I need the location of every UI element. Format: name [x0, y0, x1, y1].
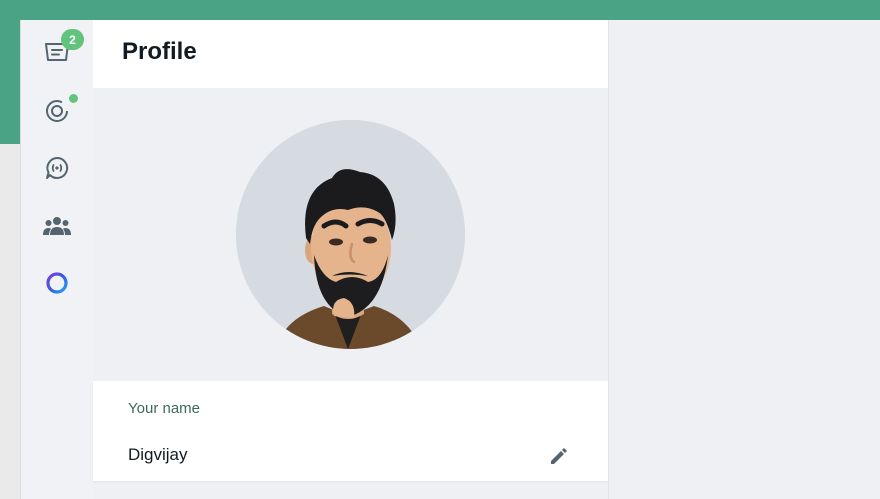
page-title: Profile	[122, 38, 197, 65]
name-label: Your name	[128, 400, 200, 417]
panel-divider	[608, 20, 609, 499]
rail-item-meta-ai[interactable]	[37, 263, 77, 303]
communities-icon	[43, 217, 71, 235]
profile-panel: Profile Your name Digvijay	[93, 20, 608, 499]
channels-icon	[46, 156, 69, 179]
status-icon	[46, 100, 68, 122]
background-accent	[0, 20, 20, 144]
status-update-dot	[69, 94, 78, 103]
navigation-rail: 2	[20, 20, 93, 499]
profile-avatar[interactable]	[236, 120, 465, 349]
pencil-icon	[551, 448, 567, 464]
rail-item-communities[interactable]	[37, 206, 77, 246]
app-top-bar	[0, 0, 880, 20]
meta-ai-icon	[46, 272, 68, 294]
rail-item-channels[interactable]	[37, 148, 77, 188]
avatar-image	[236, 120, 465, 349]
profile-header: Profile	[93, 20, 608, 88]
edit-name-button[interactable]	[546, 443, 572, 469]
app-window: 2 Profile Your name Digvijay	[20, 20, 880, 499]
unread-count-badge: 2	[61, 29, 84, 50]
name-value: Digvijay	[128, 445, 188, 464]
background-desktop	[0, 144, 20, 499]
name-card: Your name Digvijay	[93, 381, 608, 481]
